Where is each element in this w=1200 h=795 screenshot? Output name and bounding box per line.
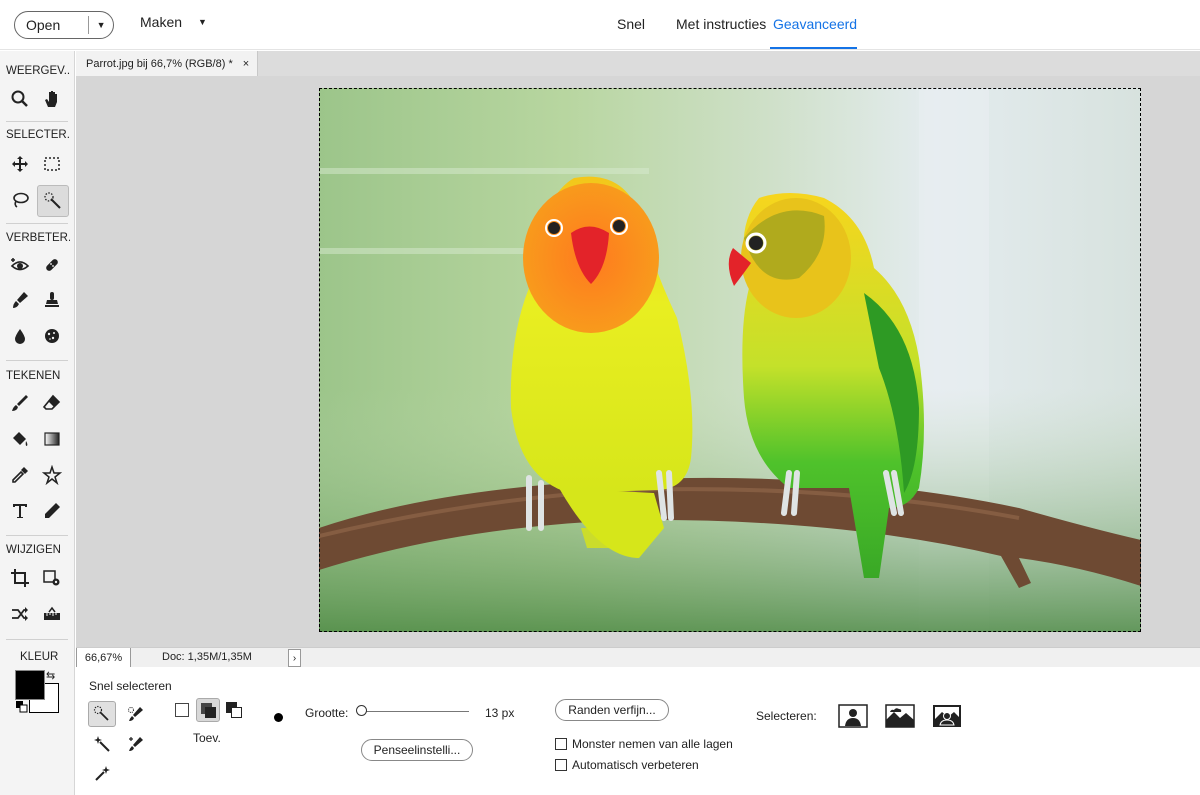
smart-brush-icon[interactable] bbox=[4, 284, 36, 316]
tab-quick[interactable]: Snel bbox=[617, 16, 645, 32]
pencil-icon[interactable] bbox=[36, 495, 68, 527]
section-label-modify: WIJZIGEN bbox=[6, 544, 61, 556]
magic-wand-tool-icon[interactable] bbox=[88, 731, 116, 757]
gradient-icon[interactable] bbox=[36, 423, 68, 455]
lasso-icon[interactable] bbox=[4, 184, 36, 216]
document-tab[interactable]: Parrot.jpg bij 66,7% (RGB/8) * × bbox=[76, 51, 258, 76]
select-label: Selecteren: bbox=[756, 709, 817, 723]
size-slider-thumb[interactable] bbox=[356, 705, 368, 716]
sample-all-layers-option[interactable]: Monster nemen van alle lagen bbox=[555, 737, 733, 751]
brush-preview-icon bbox=[274, 713, 283, 722]
auto-enhance-checkbox[interactable] bbox=[555, 759, 567, 771]
document-tab-bar: Parrot.jpg bij 66,7% (RGB/8) * × bbox=[76, 51, 1200, 76]
status-bar: 66,67% Doc: 1,35M/1,35M › bbox=[76, 647, 1200, 668]
move-icon[interactable] bbox=[4, 148, 36, 180]
new-selection-mode-icon[interactable] bbox=[175, 703, 189, 717]
refine-edge-button[interactable]: Randen verfijn... bbox=[555, 699, 669, 721]
chevron-down-icon[interactable]: ▼ bbox=[89, 20, 113, 30]
selection-mode-label: Toev. bbox=[193, 731, 221, 745]
auto-enhance-label: Automatisch verbeteren bbox=[572, 758, 699, 772]
zoom-icon[interactable] bbox=[4, 83, 36, 115]
quick-selection-icon[interactable] bbox=[37, 185, 69, 217]
content-aware-move-icon[interactable] bbox=[4, 598, 36, 630]
open-button[interactable]: Open ▼ bbox=[14, 11, 114, 39]
divider bbox=[6, 121, 68, 122]
default-colors-icon[interactable] bbox=[16, 701, 28, 713]
background-icon[interactable] bbox=[931, 703, 963, 729]
tab-guided[interactable]: Met instructies bbox=[676, 16, 766, 32]
section-label-draw: TEKENEN bbox=[6, 370, 61, 382]
divider bbox=[6, 360, 68, 361]
straighten-icon[interactable] bbox=[36, 598, 68, 630]
refine-selection-brush-icon[interactable] bbox=[122, 731, 150, 757]
spot-healing-icon[interactable] bbox=[36, 249, 68, 281]
divider bbox=[6, 639, 68, 640]
tool-options-bar: Snel selecteren Toev. Grootte: 13 px Pen… bbox=[76, 667, 1200, 795]
clone-stamp-icon[interactable] bbox=[36, 284, 68, 316]
divider bbox=[6, 223, 68, 224]
paint-bucket-icon[interactable] bbox=[4, 423, 36, 455]
tab-expert[interactable]: Geavanceerd bbox=[773, 16, 857, 32]
swap-colors-icon[interactable]: ⇆ bbox=[46, 669, 55, 682]
eyedropper-icon[interactable] bbox=[4, 459, 36, 491]
make-menu-button[interactable]: Maken ▼ bbox=[140, 14, 207, 30]
auto-enhance-option[interactable]: Automatisch verbeteren bbox=[555, 758, 699, 772]
zoom-field[interactable]: 66,67% bbox=[76, 648, 131, 668]
tool-options-title: Snel selecteren bbox=[89, 679, 172, 693]
section-label-select: SELECTER... bbox=[6, 129, 70, 141]
sky-icon[interactable] bbox=[884, 703, 916, 729]
red-eye-icon[interactable] bbox=[4, 249, 36, 281]
canvas-area[interactable] bbox=[76, 76, 1200, 647]
add-to-selection-mode-icon[interactable] bbox=[196, 698, 220, 722]
divider bbox=[6, 535, 68, 536]
recompose-icon[interactable] bbox=[36, 562, 68, 594]
document-size: Doc: 1,35M/1,35M bbox=[162, 651, 252, 663]
subject-icon[interactable] bbox=[837, 703, 869, 729]
brush-settings-button[interactable]: Penseelinstelli... bbox=[361, 739, 473, 761]
active-tab-indicator bbox=[770, 47, 857, 49]
size-slider[interactable] bbox=[357, 711, 469, 712]
quick-selection-tool-icon[interactable] bbox=[88, 701, 116, 727]
blur-icon[interactable] bbox=[4, 320, 36, 352]
parrot-photo[interactable] bbox=[319, 88, 1141, 632]
open-button-label: Open bbox=[26, 17, 61, 33]
sponge-icon[interactable] bbox=[36, 320, 68, 352]
foreground-color-swatch[interactable] bbox=[15, 670, 45, 700]
photo-image bbox=[319, 88, 1141, 632]
crop-icon[interactable] bbox=[4, 562, 36, 594]
sample-all-layers-label: Monster nemen van alle lagen bbox=[572, 737, 733, 751]
chevron-down-icon: ▼ bbox=[198, 17, 207, 27]
section-label-enhance: VERBETER... bbox=[6, 232, 70, 244]
custom-shape-icon[interactable] bbox=[36, 459, 68, 491]
eraser-icon[interactable] bbox=[36, 387, 68, 419]
make-menu-label: Maken bbox=[140, 14, 183, 30]
subtract-from-selection-mode-icon[interactable] bbox=[226, 702, 242, 718]
close-icon[interactable]: × bbox=[243, 58, 249, 70]
brush-icon[interactable] bbox=[4, 387, 36, 419]
toolbox: WEERGEV... SELECTER... VERBETER... TEKEN… bbox=[0, 51, 75, 795]
type-icon[interactable] bbox=[4, 495, 36, 527]
status-menu-arrow-icon[interactable]: › bbox=[288, 649, 301, 667]
sample-all-layers-checkbox[interactable] bbox=[555, 738, 567, 750]
marquee-icon[interactable] bbox=[36, 148, 68, 180]
selection-brush-tool-icon[interactable] bbox=[122, 701, 150, 727]
size-value: 13 px bbox=[485, 706, 515, 720]
auto-selection-tool-icon[interactable] bbox=[88, 761, 116, 787]
top-bar: Open ▼ Maken ▼ Snel Met instructies Geav… bbox=[0, 0, 1200, 50]
hand-icon[interactable] bbox=[36, 83, 68, 115]
section-label-color: KLEUR bbox=[20, 651, 59, 663]
size-label: Grootte: bbox=[305, 706, 349, 720]
section-label-view: WEERGEV... bbox=[6, 65, 70, 77]
document-tab-title: Parrot.jpg bij 66,7% (RGB/8) * bbox=[86, 57, 233, 70]
